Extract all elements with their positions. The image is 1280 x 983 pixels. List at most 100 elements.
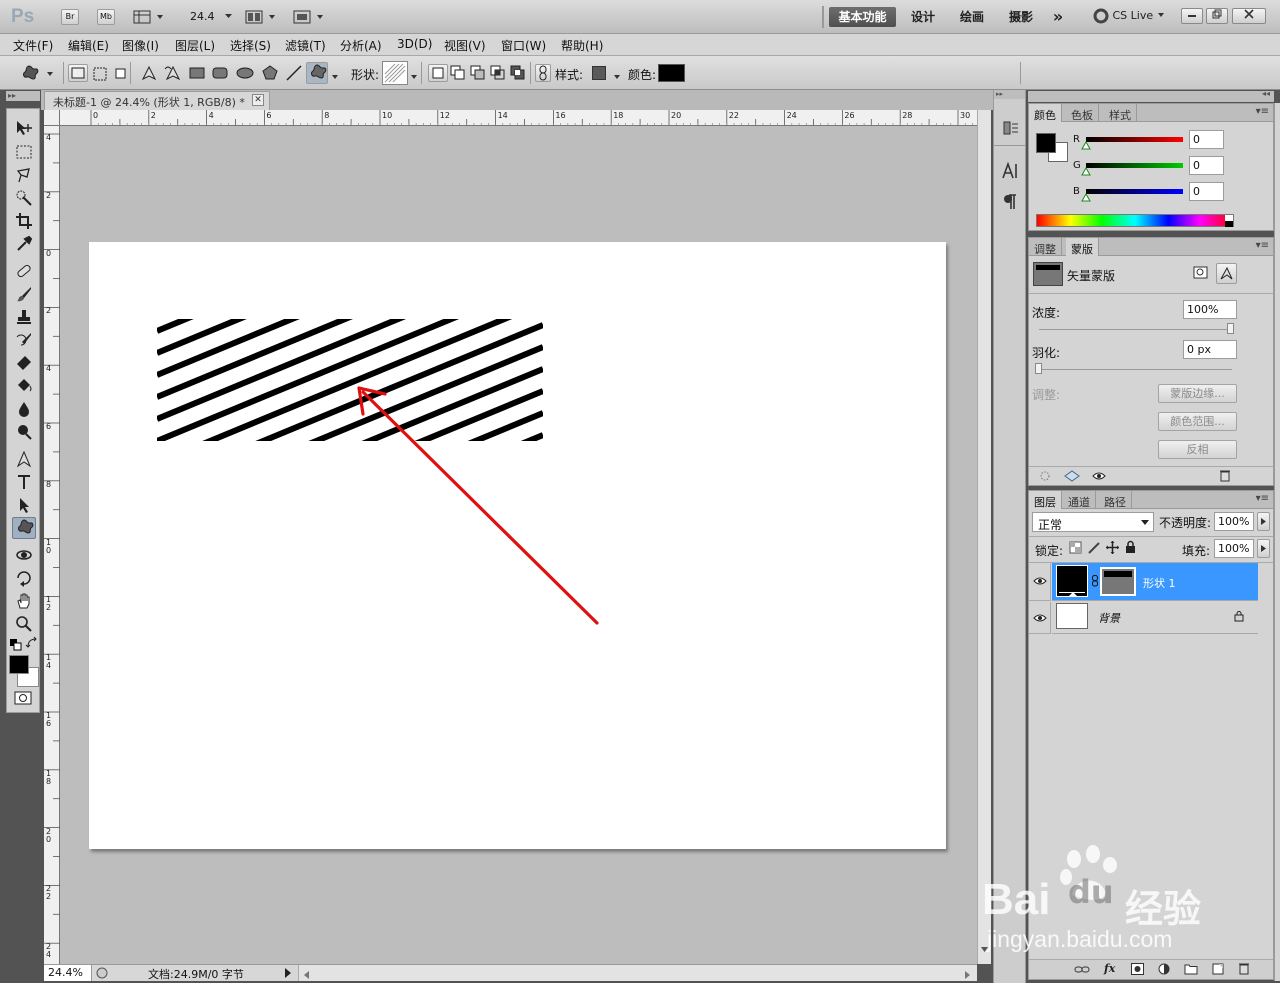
character-panel-button[interactable] — [1001, 161, 1019, 184]
status-info-icon[interactable] — [96, 967, 108, 982]
layer-row-background[interactable]: 背景 — [1052, 602, 1258, 634]
menu-3d[interactable]: 3D(D) — [397, 37, 432, 51]
line-option[interactable] — [285, 64, 303, 85]
fill-input[interactable]: 100% — [1214, 539, 1254, 558]
path-selection-tool[interactable] — [12, 494, 36, 516]
color-spectrum-bar[interactable] — [1036, 214, 1234, 227]
density-input[interactable]: 100% — [1183, 300, 1237, 319]
menu-window[interactable]: 窗口(W) — [501, 37, 546, 54]
custom-shape-tool[interactable] — [12, 517, 36, 539]
layer-visibility-toggle[interactable] — [1029, 602, 1051, 634]
screen-mode-dropdown[interactable] — [293, 9, 326, 25]
style-picker-dropdown[interactable] — [613, 70, 621, 84]
eyedropper-tool[interactable] — [12, 233, 36, 255]
rectangle-option[interactable] — [189, 65, 205, 84]
red-value-input[interactable]: 0 — [1189, 130, 1224, 149]
density-slider-thumb[interactable] — [1227, 323, 1234, 334]
tab-swatches[interactable]: 色板 — [1066, 104, 1099, 122]
minimize-button[interactable] — [1181, 8, 1203, 24]
workspace-essentials-button[interactable]: 基本功能 — [829, 7, 896, 27]
zoom-field[interactable]: 24.4% — [44, 965, 92, 981]
delete-mask-button[interactable] — [1219, 469, 1231, 485]
pen-tool[interactable] — [12, 448, 36, 470]
horizontal-ruler[interactable]: 0 2 4 6 8 10 12 14 16 18 20 22 24 26 28 30 — [60, 110, 977, 126]
custom-shape-option[interactable] — [306, 62, 328, 84]
mask-edge-button[interactable]: 蒙版边缘... — [1158, 384, 1237, 403]
apply-mask-button[interactable] — [1064, 470, 1080, 485]
menu-filter[interactable]: 滤镜(T) — [285, 37, 326, 54]
3d-orbit-tool[interactable] — [12, 567, 36, 589]
shape-layers-mode-button[interactable] — [68, 64, 88, 82]
slider-thumb-icon[interactable] — [1081, 166, 1091, 176]
layer-name[interactable]: 背景 — [1098, 610, 1120, 626]
polygon-option[interactable] — [261, 64, 279, 85]
eraser-tool[interactable] — [12, 352, 36, 374]
workspace-photography-button[interactable]: 摄影 — [1000, 7, 1042, 27]
add-pixel-mask-button[interactable] — [1193, 265, 1209, 284]
more-workspaces-button[interactable]: » — [1046, 7, 1070, 27]
workspace-design-button[interactable]: 设计 — [903, 7, 943, 27]
horizontal-scrollbar[interactable] — [298, 965, 977, 981]
mini-bridge-button[interactable]: Mb — [97, 9, 115, 25]
tab-color[interactable]: 颜色 — [1029, 104, 1062, 122]
bridge-button[interactable]: Br — [61, 9, 79, 25]
paragraph-panel-button[interactable] — [1002, 193, 1018, 214]
menu-help[interactable]: 帮助(H) — [561, 37, 603, 54]
foreground-color-swatch[interactable] — [1036, 133, 1056, 153]
menu-select[interactable]: 选择(S) — [230, 37, 271, 54]
panel-menu-icon[interactable]: ▾≡ — [1256, 240, 1269, 251]
freeform-pen-option[interactable] — [164, 64, 182, 85]
menu-file[interactable]: 文件(F) — [13, 37, 53, 54]
tab-styles[interactable]: 样式 — [1104, 104, 1137, 122]
workspace-painting-button[interactable]: 绘画 — [951, 7, 993, 27]
slider-thumb-icon[interactable] — [1081, 140, 1091, 150]
lock-all-button[interactable] — [1125, 540, 1136, 556]
vertical-scrollbar[interactable] — [977, 110, 991, 964]
menu-layer[interactable]: 图层(L) — [175, 37, 215, 54]
subtract-shape-area-button[interactable] — [470, 65, 486, 84]
blend-mode-select[interactable]: 正常 — [1032, 512, 1154, 532]
invert-button[interactable]: 反相 — [1158, 440, 1237, 459]
exclude-overlap-button[interactable] — [510, 65, 526, 84]
shape-picker[interactable] — [382, 61, 408, 85]
add-to-shape-area-button[interactable] — [450, 65, 466, 84]
hand-tool[interactable] — [12, 590, 36, 612]
rounded-rectangle-option[interactable] — [212, 65, 228, 84]
layer-visibility-toggle[interactable] — [1029, 563, 1051, 601]
lasso-tool[interactable] — [12, 164, 36, 186]
3d-rotate-tool[interactable] — [12, 544, 36, 566]
load-selection-button[interactable] — [1039, 470, 1051, 485]
slider-thumb-icon[interactable] — [1081, 192, 1091, 202]
blue-slider[interactable] — [1086, 189, 1183, 194]
pen-tool-option[interactable] — [140, 64, 158, 85]
shape-picker-dropdown[interactable] — [410, 70, 418, 84]
marquee-tool[interactable] — [12, 141, 36, 163]
vertical-ruler[interactable]: 4 2 0 2 4 6 8 1 0 1 2 1 4 1 6 1 8 2 0 2 2 2 4 — [44, 126, 60, 964]
layer-name[interactable]: 形状 1 — [1143, 575, 1176, 591]
vector-mask-thumbnail[interactable] — [1100, 567, 1136, 596]
lock-transparent-pixels-button[interactable] — [1069, 541, 1082, 557]
link-style-button[interactable] — [535, 64, 551, 82]
zoom-tool[interactable] — [12, 613, 36, 635]
toolbar-collapse-bar[interactable]: ▸▸ — [6, 91, 40, 101]
green-value-input[interactable]: 0 — [1189, 156, 1224, 175]
intersect-shape-areas-button[interactable] — [490, 65, 506, 84]
menu-analysis[interactable]: 分析(A) — [340, 37, 382, 54]
blue-value-input[interactable]: 0 — [1189, 182, 1224, 201]
brush-tool[interactable] — [12, 283, 36, 305]
black-swatch[interactable] — [1225, 221, 1233, 227]
quick-mask-button[interactable] — [14, 691, 32, 708]
status-menu-arrow[interactable] — [284, 968, 292, 981]
menu-image[interactable]: 图像(I) — [122, 37, 159, 54]
feather-input[interactable]: 0 px — [1183, 340, 1237, 359]
document-tab[interactable]: 未标题-1 @ 24.4% (形状 1, RGB/8) * ✕ — [44, 91, 270, 110]
ruler-origin[interactable] — [44, 110, 60, 126]
menu-view[interactable]: 视图(V) — [444, 37, 486, 54]
lock-position-button[interactable] — [1106, 541, 1119, 557]
crop-tool[interactable] — [12, 210, 36, 232]
close-document-button[interactable]: ✕ — [252, 94, 264, 106]
strip-collapse-bar[interactable]: ▸▸ — [994, 90, 1025, 99]
tab-adjustments[interactable]: 调整 — [1029, 238, 1062, 256]
feather-slider-thumb[interactable] — [1035, 363, 1042, 374]
move-tool[interactable] — [12, 117, 36, 139]
